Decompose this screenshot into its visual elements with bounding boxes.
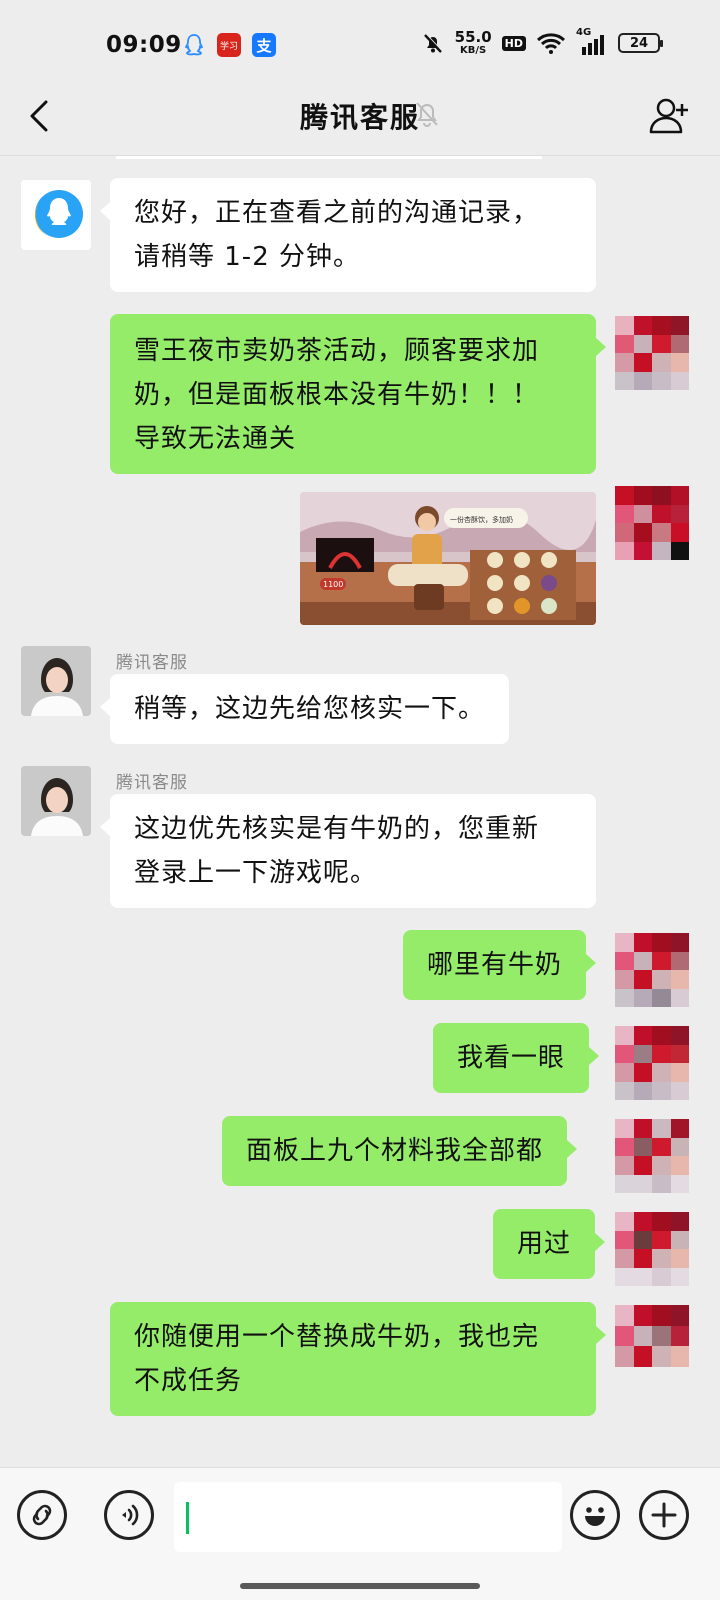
net-speed-value: 55.0 [454,28,492,46]
net-speed-unit: KB/S [460,45,487,56]
my-avatar[interactable] [615,1026,689,1100]
my-avatar[interactable] [615,486,689,560]
message-text: 这边优先核实是有牛奶的，您重新 [134,814,540,844]
my-avatar[interactable] [615,933,689,1007]
message-text: 雪王夜市卖奶茶活动，顾客要求加 [134,336,540,366]
message-bubble-outgoing[interactable]: 你随便用一个替换成牛奶，我也完 不成任务 [110,1302,606,1416]
my-avatar[interactable] [615,1119,689,1193]
message-text: 您好，正在查看之前的沟通记录， [134,198,540,228]
network-type: 4G [576,27,592,38]
my-avatar[interactable] [615,1212,689,1286]
wifi-icon [536,33,566,54]
message-bubble-incoming[interactable]: 稍等，这边先给您核实一下。 [99,674,510,744]
signal-icon: 4G [576,27,608,55]
bell-muted-icon [414,100,440,128]
message-text: 哪里有牛奶 [427,950,563,980]
image-score-text: 1100 [323,580,343,589]
message-input[interactable] [174,1482,562,1552]
my-avatar[interactable] [615,1305,689,1367]
hd-badge: HD [501,35,526,51]
message-bubble-outgoing[interactable]: 哪里有牛奶 [403,930,597,1000]
chat-header: 腾讯客服 [0,78,720,156]
message-text: 导致无法通关 [134,424,297,454]
game-screenshot-image[interactable]: 一份杏酥饮，多加奶 1100 [300,492,596,625]
image-caption-text: 一份杏酥饮，多加奶 [450,515,513,524]
input-bar [0,1467,720,1600]
net-speed: 55.0 KB/S [454,28,492,57]
chat-title: 腾讯客服 [299,101,420,134]
sender-name: 腾讯客服 [116,653,188,673]
message-bubble-incoming[interactable]: 这边优先核实是有牛奶的，您重新 登录上一下游戏呢。 [100,794,596,908]
status-right-group: 55.0 KB/S HD 4G 24 [421,27,663,57]
voice-icon[interactable] [104,1490,154,1540]
message-bubble-incoming[interactable]: 您好，正在查看之前的沟通记录， 请稍等 1-2 分钟。 [100,178,596,292]
message-text: 登录上一下游戏呢。 [134,858,378,888]
link-icon[interactable] [17,1490,67,1540]
message-text: 我看一眼 [457,1043,566,1073]
text-caret [186,1502,189,1534]
alipay-icon: 支 [252,33,276,57]
message-text: 稍等，这边先给您核实一下。 [134,694,486,724]
emoji-icon[interactable] [570,1490,620,1540]
scroll-top-divider [116,156,542,159]
plus-icon[interactable] [639,1490,689,1540]
agent-avatar[interactable] [21,646,91,716]
message-bubble-outgoing[interactable]: 面板上九个材料我全部都 [222,1116,578,1186]
add-user-icon[interactable] [648,96,692,136]
qq-icon [182,33,206,57]
status-time: 09:09 [106,32,182,58]
message-bubble-outgoing[interactable]: 我看一眼 [433,1023,600,1093]
agent-avatar[interactable] [21,766,91,836]
sender-name: 腾讯客服 [116,773,188,793]
study-app-icon: 学习 [217,33,241,57]
battery-indicator: 24 [618,33,663,53]
message-text: 面板上九个材料我全部都 [246,1136,544,1166]
message-text: 请稍等 1-2 分钟。 [134,242,360,272]
message-text: 用过 [517,1229,572,1259]
message-text: 你随便用一个替换成牛奶，我也完 [134,1322,540,1352]
message-text: 不成任务 [134,1366,243,1396]
message-text: 奶，但是面板根本没有牛奶！！！ [134,380,540,410]
bot-avatar[interactable] [21,180,91,250]
bell-off-icon [423,33,443,53]
message-bubble-outgoing[interactable]: 雪王夜市卖奶茶活动，顾客要求加 奶，但是面板根本没有牛奶！！！ 导致无法通关 [110,314,606,474]
status-bar: 09:09 学习 支 55.0 KB/S HD 4G 24 [0,0,720,90]
my-avatar[interactable] [615,316,689,390]
home-indicator[interactable] [240,1583,480,1589]
message-bubble-outgoing[interactable]: 用过 [493,1209,606,1279]
